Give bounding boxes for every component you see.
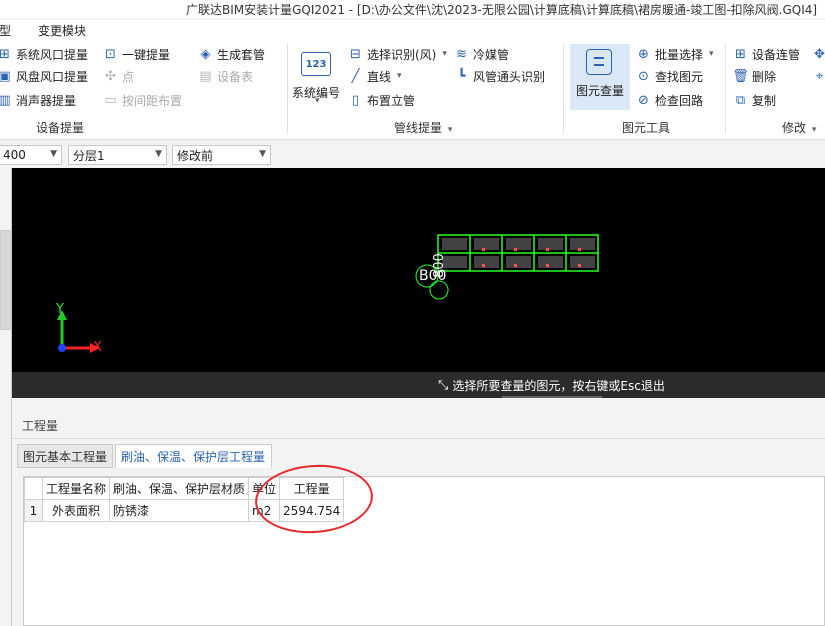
horizontal-scrollbar[interactable]: [502, 396, 602, 398]
cell-material[interactable]: 防锈漆: [109, 499, 250, 522]
delete-button[interactable]: 🗑 删除: [732, 66, 776, 86]
column-header-material: 刷油、保温、保护层材质: [109, 477, 250, 500]
duct-fitting-recognize-button[interactable]: ┗ 风管通头识别: [454, 66, 545, 86]
menu-bar: 型 变更模块: [0, 20, 825, 40]
window-title: 广联达BIM安装计量GQI2021 - [D:\办公文件\沈\2023-无限公园…: [186, 3, 818, 17]
group-label-equipment: 设备提量: [36, 121, 85, 135]
chevron-down-icon: ▾: [447, 125, 453, 135]
chevron-down-icon: ▾: [397, 71, 402, 81]
chevron-down-icon: ▾: [315, 96, 320, 106]
equipment-table-button[interactable]: ▤ 设备表: [198, 66, 253, 86]
left-panel-tab[interactable]: [0, 230, 12, 330]
floor-select[interactable]: 400 ▼: [0, 145, 62, 165]
group-label-pipeline: 管线提量 ▾: [394, 121, 453, 135]
point-icon: ✣: [105, 68, 116, 84]
muffler-icon: ▥: [0, 92, 11, 108]
panel-divider: [12, 438, 825, 439]
column-header-name: 工程量名称: [41, 477, 111, 500]
tab-coating-quantity[interactable]: 刷油、保温、保护层工程量: [115, 444, 272, 468]
chevron-down-icon: ▾: [442, 49, 447, 59]
plus-box-icon: ⊡: [105, 46, 116, 62]
select-recognize-wind-button[interactable]: ⊟ 选择识别(风) ▾: [348, 44, 447, 64]
trash-icon: 🗑: [732, 68, 749, 84]
ribbon-separator: [563, 44, 564, 134]
generate-sleeve-button[interactable]: ◈ 生成套管: [198, 44, 266, 64]
title-bar: 广联达BIM安装计量GQI2021 - [D:\办公文件\沈\2023-无限公园…: [0, 0, 825, 18]
air-outlet-icon: ⊞: [0, 46, 10, 62]
find-element-icon: ⊙: [638, 68, 649, 84]
quantity-panel: 工程量 图元基本工程量 刷油、保温、保护层工程量 工程量名称 刷油、保温、保护层…: [12, 404, 825, 626]
select-recognize-icon: ⊟: [350, 46, 361, 62]
layer-select[interactable]: 分层1 ▼: [68, 145, 167, 165]
point-button[interactable]: ✣ 点: [103, 66, 134, 86]
check-loop-icon: ⊘: [638, 92, 649, 108]
batch-select-icon: ⊕: [638, 46, 649, 62]
sleeve-icon: ◈: [200, 46, 211, 62]
more-tool-icon[interactable]: ✥: [812, 44, 825, 64]
check-loop-button[interactable]: ⊘ 检查回路: [636, 90, 703, 110]
air-outlet-lift-button[interactable]: ⊞ 系统风口提量: [0, 44, 88, 64]
fan-coil-lift-button[interactable]: ▣ 风盘风口提量: [0, 66, 88, 86]
property-bar: 400 ▼ 分层1 ▼ 修改前 ▼: [0, 142, 825, 168]
refrigerant-pipe-icon: ≋: [456, 46, 467, 62]
batch-select-button[interactable]: ⊕ 批量选择 ▾: [636, 44, 714, 64]
status-bar: ⤡ 选择所要查量的图元，按右键或Esc退出: [12, 372, 825, 398]
quantity-table-container: 工程量名称 刷油、保温、保护层材质 单位 工程量 1 外表面积 防锈漆 m2 2…: [23, 476, 825, 626]
panel-title: 工程量: [22, 419, 59, 433]
system-numbering-button[interactable]: 123 系统编号 ▾: [290, 46, 342, 108]
muffler-lift-button[interactable]: ▥ 消声器提量: [0, 90, 76, 110]
find-element-button[interactable]: ⊙ 查找图元: [636, 66, 703, 86]
riser-icon: ▯: [351, 92, 360, 108]
chevron-down-icon: ▾: [811, 125, 817, 135]
pipe-size-label-2: 800: [432, 253, 447, 278]
group-label-modify: 修改 ▾: [782, 121, 817, 135]
line-icon: ╱: [351, 68, 360, 84]
status-message: 选择所要查量的图元，按右键或Esc退出: [452, 379, 665, 393]
ribbon: ⊞ 系统风口提量 ⊡ 一键提量 ◈ 生成套管 ▣ 风盘风口提量 ✣ 点 ▤ 设备表 ▥ 消声器…: [0, 40, 825, 140]
table-icon: ▤: [199, 68, 212, 84]
one-key-lift-button[interactable]: ⊡ 一键提量: [103, 44, 170, 64]
axis-x-label: X: [93, 340, 102, 355]
menu-item-type[interactable]: 型: [0, 22, 11, 39]
stage-select[interactable]: 修改前 ▼: [172, 145, 271, 165]
tab-basic-quantity[interactable]: 图元基本工程量: [17, 444, 113, 468]
element-quantity-button[interactable]: 图元查量: [570, 44, 630, 110]
cad-viewport[interactable]: Y X B00 800 ⤡ 选择所要查量的图元，按右键或Esc退出: [12, 168, 825, 398]
chevron-down-icon: ▼: [259, 149, 266, 159]
select-cursor-icon: ⤡: [438, 378, 449, 393]
element-query-icon: [586, 49, 612, 75]
ribbon-separator: [287, 44, 288, 134]
menu-item-change-module[interactable]: 变更模块: [38, 22, 86, 39]
chevron-down-icon: ▼: [155, 149, 162, 159]
group-label-element-tools: 图元工具: [622, 121, 671, 135]
copy-button[interactable]: ⧉ 复制: [733, 90, 776, 110]
row-number: 1: [24, 499, 43, 522]
axis-y-label: Y: [56, 302, 64, 317]
spacing-icon: ▭: [104, 92, 117, 108]
left-panel-collapsed[interactable]: [0, 168, 12, 626]
device-connect-icon: ⊞: [735, 46, 746, 62]
more-tool-icon-2[interactable]: ⌖: [812, 66, 825, 86]
refrigerant-pipe-button[interactable]: ≋ 冷媒管: [454, 44, 509, 64]
copy-icon: ⧉: [735, 92, 746, 108]
numbering-badge-icon: 123: [301, 52, 331, 76]
spacing-layout-button[interactable]: ▭ 按间距布置: [103, 90, 182, 110]
place-riser-button[interactable]: ▯ 布置立管: [348, 90, 415, 110]
chevron-down-icon: ▼: [50, 149, 57, 159]
ribbon-separator: [725, 44, 726, 134]
fan-coil-icon: ▣: [0, 68, 11, 84]
line-button[interactable]: ╱ 直线 ▾: [348, 66, 402, 86]
device-connect-pipe-button[interactable]: ⊞ 设备连管: [733, 44, 800, 64]
chevron-down-icon: ▾: [709, 49, 714, 59]
cell-name[interactable]: 外表面积: [41, 499, 111, 522]
duct-fitting-icon: ┗: [457, 68, 466, 84]
